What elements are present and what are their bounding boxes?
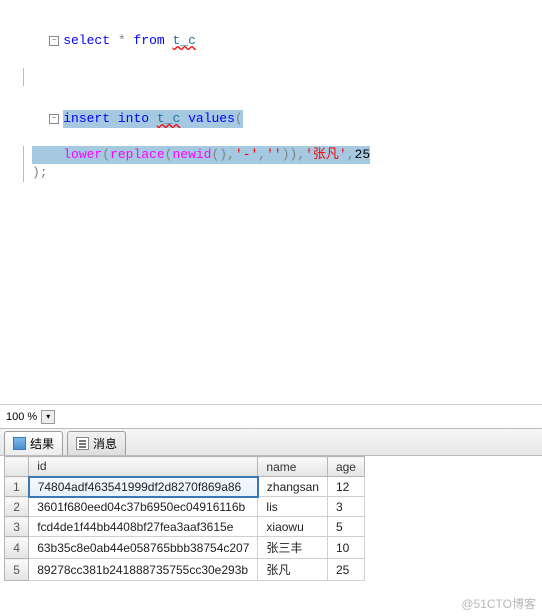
fold-toggle-icon[interactable] xyxy=(49,36,59,46)
kw-select: select xyxy=(63,33,110,48)
tab-results[interactable]: 结果 xyxy=(4,431,63,455)
col-name[interactable]: name xyxy=(258,457,328,477)
corner-cell[interactable] xyxy=(5,457,29,477)
grid-icon xyxy=(13,437,26,450)
table-row[interactable]: 3 fcd4de1f44bb4408bf27fea3aaf3615e xiaow… xyxy=(5,517,365,537)
table-row[interactable]: 2 3601f680eed04c37b6950ec04916116b lis 3 xyxy=(5,497,365,517)
sql-editor[interactable]: select * from t_c insert into t_c values… xyxy=(0,0,542,404)
selected-cell[interactable]: 74804adf463541999df2d8270f869a86 xyxy=(29,477,258,497)
kw-from: from xyxy=(133,33,164,48)
message-icon xyxy=(76,437,89,450)
results-grid[interactable]: id name age 1 74804adf463541999df2d8270f… xyxy=(0,456,542,585)
watermark: @51CTO博客 xyxy=(461,595,536,612)
zoom-bar: 100 % ▾ xyxy=(0,404,542,428)
table-row[interactable]: 1 74804adf463541999df2d8270f869a86 zhang… xyxy=(5,477,365,497)
tab-messages-label: 消息 xyxy=(93,435,117,452)
header-row: id name age xyxy=(5,457,365,477)
tab-messages[interactable]: 消息 xyxy=(67,431,126,455)
results-tabs: 结果 消息 xyxy=(0,428,542,456)
tab-results-label: 结果 xyxy=(30,435,54,452)
table-name: t_c xyxy=(173,33,196,48)
zoom-dropdown[interactable]: ▾ xyxy=(41,410,55,424)
star: * xyxy=(118,33,126,48)
table-row[interactable]: 4 63b35c8e0ab44e058765bbb38754c207 张三丰 1… xyxy=(5,537,365,559)
col-id[interactable]: id xyxy=(29,457,258,477)
fold-toggle-icon[interactable] xyxy=(49,114,59,124)
zoom-value: 100 % xyxy=(6,411,37,423)
table-row[interactable]: 5 89278cc381b241888735755cc30e293b 张凡 25 xyxy=(5,559,365,581)
col-age[interactable]: age xyxy=(327,457,364,477)
